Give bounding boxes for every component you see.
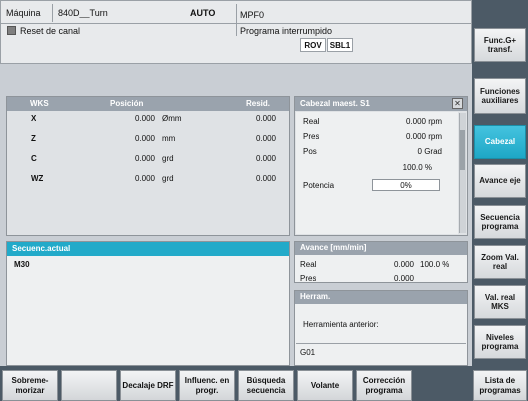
spindle-scroll-thumb[interactable] bbox=[460, 130, 465, 170]
spindle-percent: 100.0 % bbox=[402, 163, 432, 172]
axes-col-wks: WKS bbox=[30, 99, 49, 108]
spindle-pres-value: 0.000 rpm bbox=[405, 132, 442, 141]
axis-position: 0.000 bbox=[134, 134, 155, 143]
axis-row-wz: WZ 0.000 grd 0.000 bbox=[7, 174, 289, 188]
softkey-correccion-programa[interactable]: Corrección programa bbox=[356, 370, 412, 401]
softkey-cabezal[interactable]: Cabezal bbox=[474, 125, 526, 159]
reset-icon bbox=[7, 26, 16, 35]
softkey-volante[interactable]: Volante bbox=[297, 370, 353, 401]
axis-name: WZ bbox=[31, 174, 44, 183]
feed-real-pct: 100.0 % bbox=[420, 260, 450, 269]
program-name: MPF0 bbox=[240, 10, 265, 20]
program-status: Programa interrumpido bbox=[240, 26, 333, 36]
axis-row-z: Z 0.000 mm 0.000 bbox=[7, 134, 289, 148]
axis-unit: Ømm bbox=[162, 114, 182, 123]
softkey-avance-eje[interactable]: Avance eje bbox=[474, 164, 526, 198]
machine-label: Máquina bbox=[6, 8, 41, 18]
tool-gcode: G01 bbox=[300, 348, 316, 357]
softkey-sobrememorizar[interactable]: Sobreme- morizar bbox=[2, 370, 58, 401]
feed-pres-value: 0.000 bbox=[393, 274, 414, 283]
axis-name: C bbox=[31, 154, 37, 163]
machine-name: 840D__Turn bbox=[58, 8, 108, 18]
tool-divider bbox=[296, 343, 466, 344]
sequence-title: Secuenc.actual bbox=[12, 244, 71, 253]
spindle-pos-label: Pos bbox=[303, 147, 317, 156]
axis-name: X bbox=[31, 114, 37, 123]
softkey-zoom-val-real[interactable]: Zoom Val. real bbox=[474, 245, 526, 279]
softkey-busqueda-secuencia[interactable]: Búsqueda secuencia bbox=[238, 370, 294, 401]
axis-row-c: C 0.000 grd 0.000 bbox=[7, 154, 289, 168]
spindle-real-value: 0.000 rpm bbox=[405, 117, 442, 126]
softkey-secuencia-programa[interactable]: Secuencia programa bbox=[474, 205, 526, 239]
status-flag-rov: ROV bbox=[300, 38, 326, 52]
softkey-func-g-transf[interactable]: Func.G+ transf. bbox=[474, 28, 526, 62]
softkey-influenc-en-progr[interactable]: Influenc. en progr. bbox=[179, 370, 235, 401]
spindle-pos-value: 0 Grad bbox=[417, 147, 442, 156]
axes-col-resid: Resid. bbox=[246, 99, 271, 108]
spindle-body bbox=[296, 112, 458, 234]
mode-indicator: AUTO bbox=[190, 8, 216, 18]
axis-resid: 0.000 bbox=[255, 154, 276, 163]
spindle-power-bar: 0% bbox=[372, 179, 440, 191]
softkey-lista-de-programas[interactable]: Lista de programas bbox=[473, 370, 527, 401]
spindle-power-label: Potencia bbox=[303, 181, 335, 190]
spindle-real-label: Real bbox=[303, 117, 320, 126]
axis-position: 0.000 bbox=[134, 114, 155, 123]
axis-name: Z bbox=[31, 134, 36, 143]
axis-resid: 0.000 bbox=[255, 114, 276, 123]
spindle-title: Cabezal maest. S1 bbox=[300, 99, 370, 108]
axis-position: 0.000 bbox=[134, 174, 155, 183]
header-divider-2 bbox=[236, 4, 237, 36]
softkey-niveles-programa[interactable]: Niveles programa bbox=[474, 325, 526, 359]
axis-resid: 0.000 bbox=[255, 134, 276, 143]
feed-real-label: Real bbox=[300, 260, 317, 269]
header-rule bbox=[0, 23, 472, 24]
axis-resid: 0.000 bbox=[255, 174, 276, 183]
feed-pres-label: Pres bbox=[300, 274, 317, 283]
axes-col-position: Posición bbox=[110, 99, 144, 108]
softkey-empty[interactable] bbox=[61, 370, 117, 401]
spindle-pres-label: Pres bbox=[303, 132, 320, 141]
status-flag-sbl1: SBL1 bbox=[327, 38, 353, 52]
axis-row-x: X 0.000 Ømm 0.000 bbox=[7, 114, 289, 128]
spindle-close-icon[interactable]: ✕ bbox=[452, 98, 463, 109]
sequence-line: M30 bbox=[14, 260, 30, 269]
softkey-decalaje-drf[interactable]: Decalaje DRF bbox=[120, 370, 176, 401]
axis-unit: grd bbox=[162, 174, 174, 183]
reset-status: Reset de canal bbox=[20, 26, 81, 36]
axis-position: 0.000 bbox=[134, 154, 155, 163]
axis-unit: grd bbox=[162, 154, 174, 163]
feed-real-value: 0.000 bbox=[393, 260, 414, 269]
tool-title: Herram. bbox=[300, 292, 331, 301]
feed-title: Avance [mm/min] bbox=[300, 243, 367, 252]
softkey-funciones-auxiliares[interactable]: Funciones auxiliares bbox=[474, 78, 526, 114]
axis-unit: mm bbox=[162, 134, 176, 143]
softkey-val-real-mks[interactable]: Val. real MKS bbox=[474, 285, 526, 319]
sequence-panel bbox=[6, 241, 290, 366]
tool-prev-label: Herramienta anterior: bbox=[303, 320, 379, 329]
header-divider-1 bbox=[52, 4, 53, 22]
